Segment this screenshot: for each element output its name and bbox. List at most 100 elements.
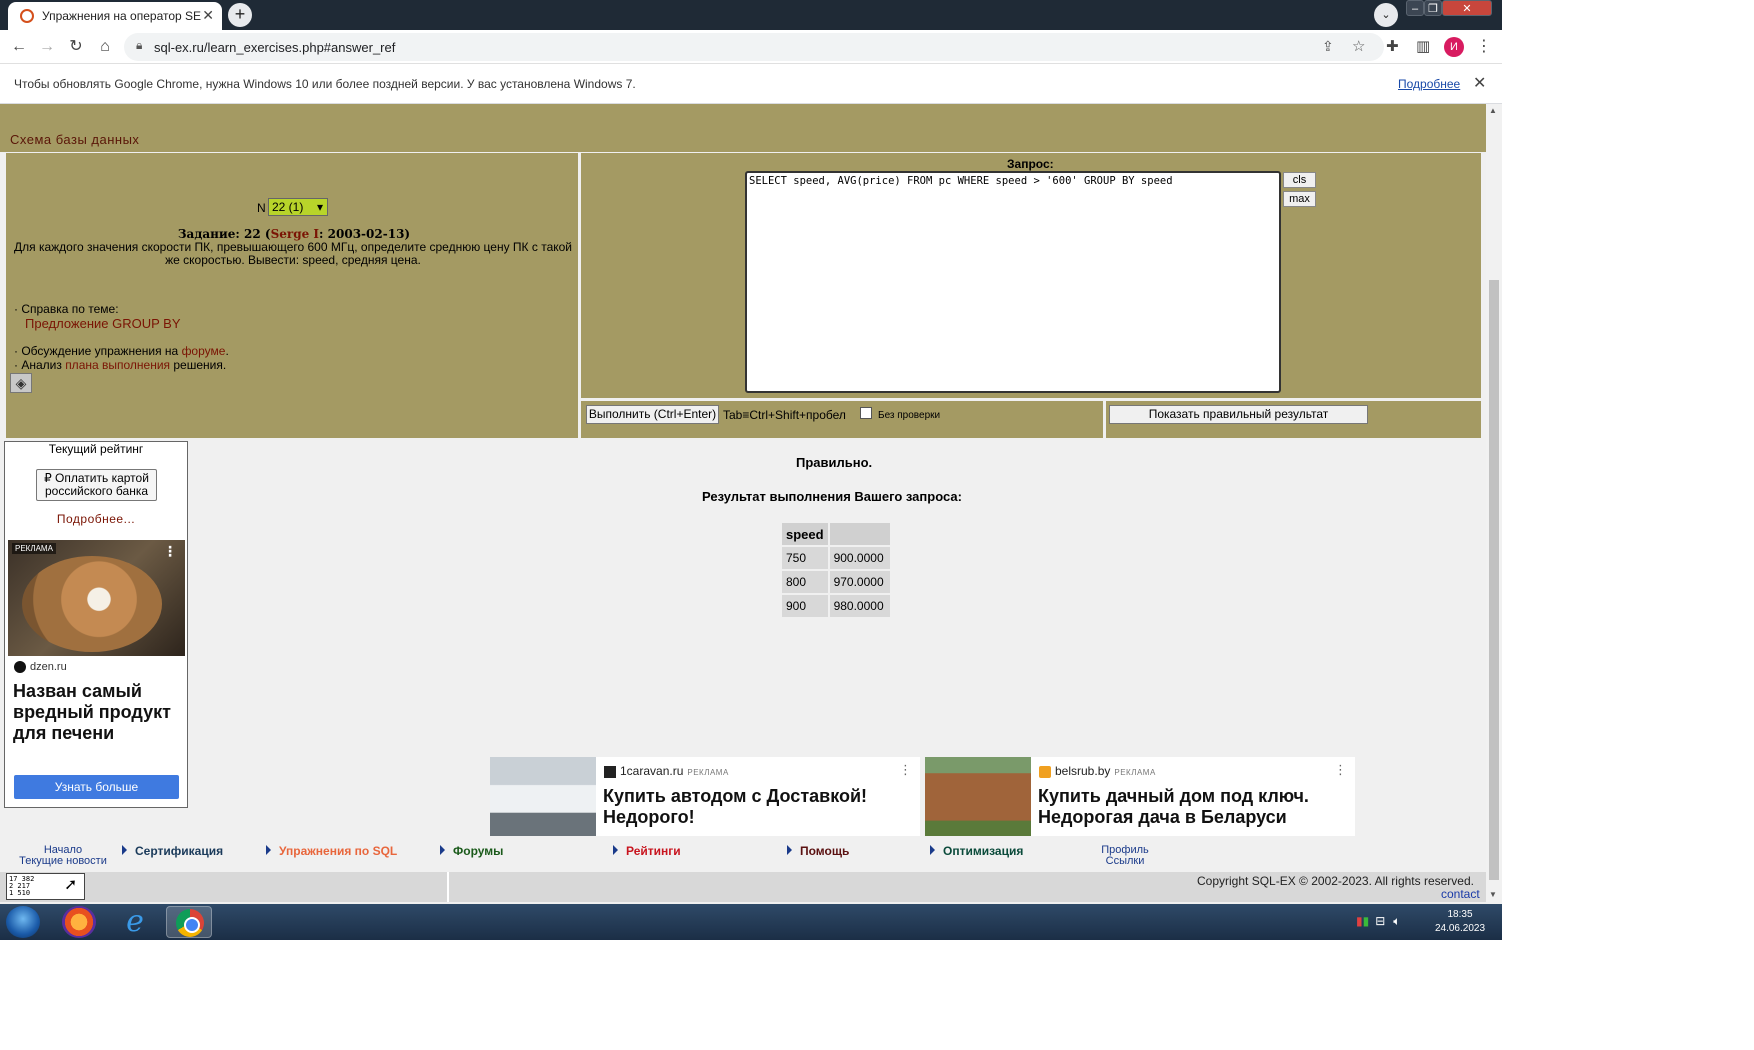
maximize-icon[interactable]: ❐ xyxy=(1424,0,1442,16)
rating-more-link[interactable]: Подробнее... xyxy=(4,512,188,526)
table-cell: 800 xyxy=(782,571,828,593)
nav-sql-exercises[interactable]: Упражнения по SQL xyxy=(266,844,397,858)
tab-title: Упражнения на оператор SELECT xyxy=(42,9,202,23)
extensions-icon[interactable]: ✚ xyxy=(1386,37,1399,55)
back-icon[interactable]: ← xyxy=(8,36,30,58)
query-textarea[interactable]: SELECT speed, AVG(price) FROM pc WHERE s… xyxy=(745,171,1281,393)
infobar-close-icon[interactable]: ✕ xyxy=(1473,73,1486,93)
arrow-right-icon xyxy=(122,845,127,855)
no-check-checkbox[interactable] xyxy=(860,407,872,419)
network-icon[interactable]: ⊟ xyxy=(1375,914,1385,928)
tab-active[interactable]: Упражнения на оператор SELECT ✕ xyxy=(8,2,222,30)
house-image xyxy=(925,757,1031,836)
tab-search-button[interactable]: ⌄ xyxy=(1374,3,1398,27)
lock-icon[interactable]: 🔒︎ xyxy=(136,38,142,53)
show-correct-result-button[interactable]: Показать правильный результат xyxy=(1109,405,1368,424)
bottom-ad-house[interactable]: belsrub.by РЕКЛАМА Купить дачный дом под … xyxy=(925,757,1355,836)
nav-links-link[interactable]: Ссылки xyxy=(1106,855,1145,867)
browser-menu-icon[interactable]: ⋮ xyxy=(1476,36,1492,56)
run-query-button[interactable]: Выполнить (Ctrl+Enter) xyxy=(586,405,719,424)
firefox-icon[interactable] xyxy=(62,906,96,938)
new-tab-button[interactable]: + xyxy=(228,3,252,27)
task-title-suffix: : 2003-02-13) xyxy=(319,227,411,241)
scrollbar-thumb[interactable] xyxy=(1489,280,1499,880)
nav-help[interactable]: Помощь xyxy=(787,844,849,858)
arrow-right-icon xyxy=(930,845,935,855)
internet-explorer-icon[interactable]: e xyxy=(118,906,152,938)
cls-button[interactable]: cls xyxy=(1283,172,1316,188)
tab-close-icon[interactable]: ✕ xyxy=(202,7,214,24)
result-table: speed 750 900.0000 800 970.0000 900 980.… xyxy=(780,521,892,619)
arrow-up-right-icon: ➚ xyxy=(65,875,76,896)
window-close-icon[interactable]: ✕ xyxy=(1442,0,1492,16)
ad-source-text: 1caravan.ru xyxy=(620,764,684,778)
visit-counter[interactable]: 17 382 2 217 1 510 ➚ xyxy=(6,873,85,900)
update-infobar: Чтобы обновлять Google Chrome, нужна Win… xyxy=(0,64,1502,104)
plan-suffix: решения. xyxy=(170,358,227,372)
start-button[interactable] xyxy=(6,906,40,938)
nav-optimization-label: Оптимизация xyxy=(943,844,1024,858)
nav-forums-label: Форумы xyxy=(453,844,504,858)
side-ad-button[interactable]: Узнать больше xyxy=(14,775,179,799)
table-row: 750 900.0000 xyxy=(782,547,890,569)
reload-icon[interactable]: ↻ xyxy=(65,36,87,58)
exercise-select-value: 22 (1) xyxy=(272,200,304,214)
nav-ratings[interactable]: Рейтинги xyxy=(613,844,681,858)
ad-badge: РЕКЛАМА xyxy=(687,768,729,777)
flag-icon[interactable]: ▮ xyxy=(1356,914,1363,928)
discussion-prefix: · Обсуждение упражнения на xyxy=(14,344,182,358)
forward-icon[interactable]: → xyxy=(36,36,58,58)
rating-title: Текущий рейтинг xyxy=(48,442,144,456)
page-scrollbar[interactable]: ▲ ▼ xyxy=(1486,104,1502,904)
pay-card-button[interactable]: ₽ Оплатить картой российского банка xyxy=(36,469,157,501)
infobar-more-link[interactable]: Подробнее xyxy=(1398,77,1460,91)
execution-plan-link[interactable]: плана выполнения xyxy=(65,358,170,372)
house-logo-icon xyxy=(1039,765,1051,778)
minimize-icon[interactable]: – xyxy=(1406,0,1424,16)
volume-icon[interactable]: 🔈︎ xyxy=(1393,914,1400,928)
scroll-up-icon[interactable]: ▲ xyxy=(1489,106,1497,115)
nav-optimization[interactable]: Оптимизация xyxy=(930,844,1023,858)
forum-link[interactable]: форуме xyxy=(182,344,226,358)
help-group-by-link[interactable]: Предложение GROUP BY xyxy=(25,316,181,331)
bottom-ad-caravan[interactable]: 1caravan.ru РЕКЛАМА Купить автодом с Дост… xyxy=(490,757,920,836)
clock-time: 18:35 xyxy=(1447,909,1473,920)
ad-headline: Купить дачный дом под ключ. Недорогая да… xyxy=(1038,786,1309,827)
footer-nav-profile[interactable]: Профиль Ссылки xyxy=(1090,845,1160,867)
system-clock[interactable]: 18:35 24.06.2023 xyxy=(1432,908,1488,936)
share-icon[interactable]: ⇪ xyxy=(1322,38,1334,55)
scroll-down-icon[interactable]: ▼ xyxy=(1489,890,1497,899)
nav-forums[interactable]: Форумы xyxy=(440,844,503,858)
contact-link[interactable]: contact xyxy=(1441,887,1480,901)
dzen-logo-icon xyxy=(14,661,26,674)
home-icon[interactable]: ⌂ xyxy=(94,36,116,58)
chrome-taskbar-button[interactable] xyxy=(166,906,212,938)
flag-green-icon[interactable]: ▮ xyxy=(1363,914,1370,928)
table-cell: 900 xyxy=(782,595,828,617)
ad-menu-icon[interactable]: ⋮ xyxy=(163,543,177,560)
side-ad-headline[interactable]: Назван самый вредный продукт для печени xyxy=(13,681,183,744)
address-bar[interactable]: 🔒︎ sql-ex.ru/learn_exercises.php#answer_… xyxy=(124,33,1384,61)
ad-menu-icon[interactable]: ⋮ xyxy=(1334,762,1347,778)
schema-link[interactable]: Схема базы данных xyxy=(10,132,139,147)
arrow-right-icon xyxy=(613,845,618,855)
ad-source: 1caravan.ru РЕКЛАМА xyxy=(604,764,729,778)
nav-sql-exercises-label: Упражнения по SQL xyxy=(279,844,398,858)
ad-menu-icon[interactable]: ⋮ xyxy=(899,762,912,778)
arrow-right-icon xyxy=(266,845,271,855)
discussion-suffix: . xyxy=(225,344,229,358)
task-author-link[interactable]: Serge I xyxy=(271,227,319,241)
system-tray[interactable]: ▮▮ ⊟ 🔈︎ xyxy=(1356,914,1400,929)
side-ad-image[interactable]: РЕКЛАМА ⋮ xyxy=(8,540,185,656)
bookmark-star-icon[interactable]: ☆ xyxy=(1352,37,1365,55)
nav-certification[interactable]: Сертификация xyxy=(122,844,223,858)
url-text: sql-ex.ru/learn_exercises.php#answer_ref xyxy=(154,40,396,55)
footer-nav-home[interactable]: Начало Текущие новости xyxy=(18,845,108,867)
nav-news-link[interactable]: Текущие новости xyxy=(19,855,107,867)
exercise-select[interactable]: 22 (1) ▾ xyxy=(268,198,328,216)
max-button[interactable]: max xyxy=(1283,191,1316,207)
side-panel-icon[interactable]: ▥ xyxy=(1416,37,1430,55)
profile-avatar[interactable]: И xyxy=(1444,37,1464,57)
diamond-toggle-icon[interactable]: ◈ xyxy=(10,373,32,393)
chrome-icon xyxy=(176,909,204,937)
